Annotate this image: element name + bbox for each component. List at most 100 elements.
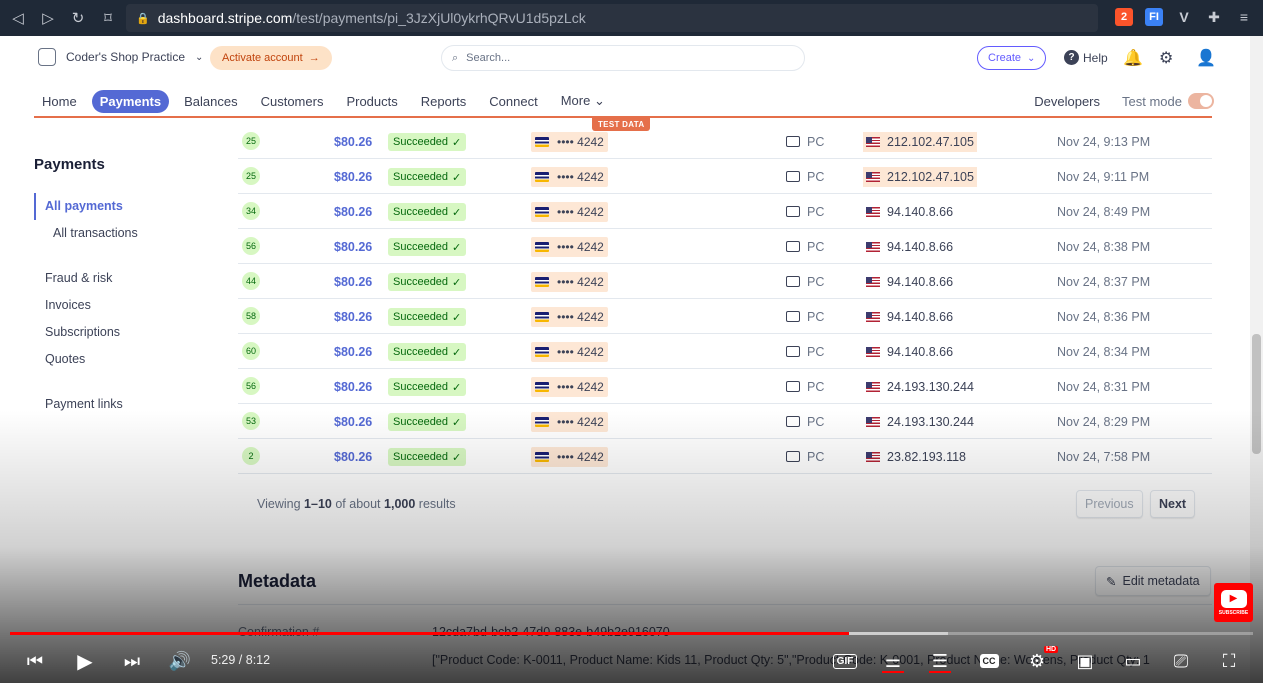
status-label: Succeeded [393, 451, 449, 463]
previous-button[interactable]: Previous [1076, 490, 1143, 518]
address-bar[interactable]: 🔒 dashboard.stripe.com/test/payments/pi_… [126, 4, 1098, 32]
visa-card-icon [535, 242, 549, 252]
nav-balances[interactable]: Balances [176, 90, 245, 113]
sidebar-item-all-transactions[interactable]: All transactions [34, 220, 214, 247]
payment-method: •••• 4242 [531, 412, 608, 432]
device-info: PC [786, 439, 824, 474]
subscribe-watermark[interactable]: ▶ SUBSCRIBE [1214, 583, 1253, 622]
url-path: /test/payments/pi_3JzXjUl0ykrhQRvU1d5pzL… [292, 10, 586, 26]
us-flag-icon [866, 137, 880, 147]
check-icon: ✓ [452, 451, 462, 464]
device-info: PC [786, 404, 824, 439]
back-icon[interactable]: ◁ [10, 9, 26, 27]
user-icon[interactable]: 👤 [1196, 48, 1216, 68]
miniplayer-icon[interactable]: ▣ [1073, 643, 1097, 679]
vue-devtools-icon[interactable]: V [1175, 8, 1193, 26]
visa-card-icon [535, 452, 549, 462]
of-about: of about [335, 497, 381, 511]
extension-fi-label: FI [1149, 11, 1159, 23]
table-row[interactable]: 34 $80.26 Succeeded ✓ •••• 4242 PC 94.14… [238, 194, 1212, 229]
activate-account-button[interactable]: Activate account → [210, 46, 332, 70]
device-label: PC [807, 204, 825, 219]
help-button[interactable]: ? Help [1064, 50, 1108, 65]
sidebar-item-invoices[interactable]: Invoices [34, 292, 214, 319]
card-last4: •••• 4242 [557, 275, 604, 289]
payment-date: Nov 24, 8:37 PM [1057, 274, 1151, 289]
search-input[interactable]: ⌕ Search... [441, 45, 805, 71]
table-row[interactable]: 53 $80.26 Succeeded ✓ •••• 4242 PC 24.19… [238, 404, 1212, 439]
test-mode-toggle[interactable]: Test mode [1122, 93, 1214, 109]
sidebar-item-fraud-risk[interactable]: Fraud & risk [34, 265, 214, 292]
ip-address: 94.140.8.66 [863, 272, 956, 292]
reload-icon[interactable]: ↻ [70, 9, 86, 27]
card-last4: •••• 4242 [557, 240, 604, 254]
check-icon: ✓ [452, 416, 462, 429]
payment-amount: $80.26 [334, 169, 373, 184]
browser-menu-icon[interactable]: ≡ [1235, 8, 1253, 26]
forward-icon[interactable]: ▷ [40, 9, 56, 27]
table-row[interactable]: 60 $80.26 Succeeded ✓ •••• 4242 PC 94.14… [238, 334, 1212, 369]
sidebar-item-quotes[interactable]: Quotes [34, 346, 214, 373]
payments-sidebar: Payments All payments All transactions F… [34, 156, 214, 418]
ip-address: 94.140.8.66 [863, 237, 956, 257]
visa-card-icon [535, 277, 549, 287]
activate-account-label: Activate account [222, 52, 303, 64]
nav-payments[interactable]: Payments [91, 89, 170, 113]
developers-link[interactable]: Developers [1034, 94, 1100, 109]
table-row[interactable]: 25 $80.26 Succeeded ✓ •••• 4242 PC 212.1… [238, 159, 1212, 194]
sidebar-item-payment-links[interactable]: Payment links [34, 391, 214, 418]
chevron-down-icon: ⌄ [1027, 52, 1036, 64]
play-icon[interactable]: ▶ [73, 643, 97, 679]
sidebar-item-all-payments[interactable]: All payments [34, 193, 214, 220]
brave-shield-icon[interactable]: 2 [1115, 8, 1133, 26]
extensions-puzzle-icon[interactable]: ✚ [1205, 8, 1223, 26]
toggle-switch-icon [1188, 93, 1214, 109]
scrollbar-thumb[interactable] [1252, 334, 1261, 454]
extension-fi-icon[interactable]: FI [1145, 8, 1163, 26]
edit-metadata-button[interactable]: ✎ Edit metadata [1095, 566, 1211, 596]
visa-card-icon [535, 347, 549, 357]
table-row[interactable]: 2 $80.26 Succeeded ✓ •••• 4242 PC 23.82.… [238, 439, 1212, 474]
equalizer-icon[interactable]: ⚌ [881, 643, 905, 679]
video-progress-bar[interactable] [10, 632, 1253, 635]
nav-more[interactable]: More ⌄ [553, 89, 613, 113]
nav-connect[interactable]: Connect [481, 90, 545, 113]
account-switcher[interactable]: Coder's Shop Practice ⌄ [38, 48, 203, 66]
volume-icon[interactable]: 🔊 [168, 643, 192, 679]
nav-customers[interactable]: Customers [253, 90, 332, 113]
nav-products[interactable]: Products [338, 90, 405, 113]
bookmark-icon[interactable]: ⌑ [100, 9, 116, 27]
gear-icon[interactable]: ⚙ [1159, 48, 1173, 68]
create-button[interactable]: Create ⌄ [977, 46, 1047, 70]
status-label: Succeeded [393, 206, 449, 218]
fullscreen-icon[interactable]: ⛶ [1217, 643, 1241, 679]
ip-value: 94.140.8.66 [887, 275, 954, 289]
payment-method: •••• 4242 [531, 167, 608, 187]
theater-mode-icon[interactable]: ▭ [1121, 643, 1145, 679]
playlist-icon[interactable]: ☰ [928, 643, 952, 679]
nav-reports[interactable]: Reports [413, 90, 475, 113]
table-row[interactable]: 58 $80.26 Succeeded ✓ •••• 4242 PC 94.14… [238, 299, 1212, 334]
ip-address: 212.102.47.105 [863, 132, 977, 152]
previous-video-icon[interactable]: ⏮ [24, 643, 46, 679]
table-row[interactable]: 56 $80.26 Succeeded ✓ •••• 4242 PC 24.19… [238, 369, 1212, 404]
gif-button[interactable]: GIF [832, 643, 858, 679]
check-icon: ✓ [452, 346, 462, 359]
device-label: PC [807, 309, 825, 324]
device-label: PC [807, 239, 825, 254]
table-row[interactable]: 44 $80.26 Succeeded ✓ •••• 4242 PC 94.14… [238, 264, 1212, 299]
results-total: 1,000 [384, 497, 416, 511]
captions-button[interactable]: CC [977, 643, 1001, 679]
table-row[interactable]: 25 $80.26 Succeeded ✓ •••• 4242 PC 212.1… [238, 124, 1212, 159]
monitor-icon [786, 171, 800, 182]
divider [238, 604, 1212, 605]
nav-home[interactable]: Home [34, 90, 85, 113]
next-button[interactable]: Next [1150, 490, 1196, 518]
payment-amount: $80.26 [334, 309, 373, 324]
url-domain: dashboard.stripe.com [157, 10, 293, 26]
table-row[interactable]: 56 $80.26 Succeeded ✓ •••• 4242 PC 94.14… [238, 229, 1212, 264]
cast-icon[interactable]: ⎚ [1169, 643, 1193, 679]
next-video-icon[interactable]: ⏭ [121, 643, 143, 679]
bell-icon[interactable]: 🔔 [1123, 48, 1143, 68]
sidebar-item-subscriptions[interactable]: Subscriptions [34, 319, 214, 346]
